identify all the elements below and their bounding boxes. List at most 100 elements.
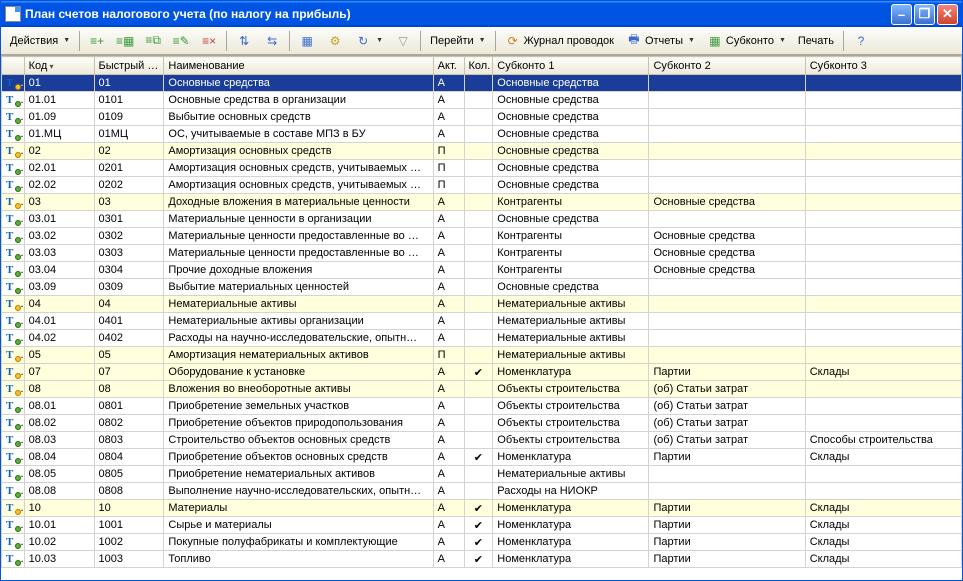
toolbar: Действия▼ ≡+ ≡▦ ≡⧉ ≡✎ ≡× ⇅ ⇆ ▦ ⚙ ↻▼ ▽ Пе… bbox=[1, 27, 962, 55]
cell-act: А bbox=[433, 551, 464, 568]
cell-sub2: (об) Статьи затрат bbox=[649, 381, 805, 398]
table-row[interactable]: T08.050805Приобретение нематериальных ак… bbox=[2, 466, 962, 483]
move-up-button[interactable]: ⇅ bbox=[231, 30, 257, 52]
col-name[interactable]: Наименование bbox=[164, 57, 433, 75]
table-row[interactable]: T08.010801Приобретение земельных участко… bbox=[2, 398, 962, 415]
cell-sub2 bbox=[649, 92, 805, 109]
table-row[interactable]: T08.030803Строительство объектов основны… bbox=[2, 432, 962, 449]
table-row[interactable]: T0707Оборудование к установкеА✔Номенклат… bbox=[2, 364, 962, 381]
col-icon[interactable] bbox=[2, 57, 25, 75]
table-row[interactable]: T0101Основные средстваАОсновные средства bbox=[2, 75, 962, 92]
grid[interactable]: Код Быстрый … Наименование Акт. Кол. Суб… bbox=[1, 55, 962, 580]
add-button[interactable]: ≡+ bbox=[84, 30, 110, 52]
account-icon: T bbox=[6, 553, 20, 565]
col-sub2[interactable]: Субконто 2 bbox=[649, 57, 805, 75]
cell-sub1: Основные средства bbox=[493, 92, 649, 109]
cell-sub3: Склады bbox=[805, 534, 961, 551]
cell-sub3: Склады bbox=[805, 517, 961, 534]
minimize-button[interactable]: – bbox=[891, 4, 912, 25]
table-row[interactable]: T03.040304Прочие доходные вложенияАКонтр… bbox=[2, 262, 962, 279]
cell-name: Топливо bbox=[164, 551, 433, 568]
table-row[interactable]: T02.020202Амортизация основных средств, … bbox=[2, 177, 962, 194]
table-row[interactable]: T1010МатериалыА✔НоменклатураПартииСклады bbox=[2, 500, 962, 517]
cell-kol: ✔ bbox=[464, 449, 493, 466]
table-row[interactable]: T10.011001Сырье и материалыА✔Номенклатур… bbox=[2, 517, 962, 534]
table-row[interactable]: T03.090309Выбытие материальных ценностей… bbox=[2, 279, 962, 296]
cell-name: Амортизация нематериальных активов bbox=[164, 347, 433, 364]
cell-act: П bbox=[433, 177, 464, 194]
col-act[interactable]: Акт. bbox=[433, 57, 464, 75]
cell-code: 08 bbox=[24, 381, 94, 398]
print-button[interactable]: Печать bbox=[793, 30, 839, 52]
cell-sub1: Нематериальные активы bbox=[493, 347, 649, 364]
table-row[interactable]: T10.031003ТопливоА✔НоменклатураПартииСкл… bbox=[2, 551, 962, 568]
cell-sub3: Склады bbox=[805, 551, 961, 568]
cell-name: Приобретение объектов основных средств bbox=[164, 449, 433, 466]
table-row[interactable]: T10.021002Покупные полуфабрикаты и компл… bbox=[2, 534, 962, 551]
filter-button[interactable]: ▦ bbox=[294, 30, 320, 52]
cell-kol bbox=[464, 313, 493, 330]
cell-act: А bbox=[433, 126, 464, 143]
close-button[interactable]: ✕ bbox=[937, 4, 958, 25]
cell-act: А bbox=[433, 211, 464, 228]
table-row[interactable]: T02.010201Амортизация основных средств, … bbox=[2, 160, 962, 177]
account-icon: T bbox=[6, 128, 20, 140]
col-sub3[interactable]: Субконто 3 bbox=[805, 57, 961, 75]
table-row[interactable]: T01.010101Основные средства в организаци… bbox=[2, 92, 962, 109]
table-row[interactable]: T08.040804Приобретение объектов основных… bbox=[2, 449, 962, 466]
cell-sub1: Контрагенты bbox=[493, 228, 649, 245]
cell-name: Основные средства bbox=[164, 75, 433, 92]
reports-menu[interactable]: 🖶Отчеты▼ bbox=[621, 30, 700, 52]
move-down-button[interactable]: ⇆ bbox=[259, 30, 285, 52]
account-icon: T bbox=[6, 349, 20, 361]
table-row[interactable]: T03.010301Материальные ценности в органи… bbox=[2, 211, 962, 228]
cell-code: 07 bbox=[24, 364, 94, 381]
add-group-button[interactable]: ≡▦ bbox=[112, 30, 138, 52]
cell-kol: ✔ bbox=[464, 364, 493, 381]
table-row[interactable]: T0404Нематериальные активыАНематериальны… bbox=[2, 296, 962, 313]
cell-name: Амортизация основных средств, учитываемы… bbox=[164, 177, 433, 194]
col-kol[interactable]: Кол. bbox=[464, 57, 493, 75]
edit-button[interactable]: ≡✎ bbox=[168, 30, 194, 52]
titlebar[interactable]: План счетов налогового учета (по налогу … bbox=[1, 1, 962, 27]
table-row[interactable]: T04.020402Расходы на научно-исследовател… bbox=[2, 330, 962, 347]
table-row[interactable]: T0303Доходные вложения в материальные це… bbox=[2, 194, 962, 211]
find-button[interactable]: ⚙ bbox=[322, 30, 348, 52]
cell-kol bbox=[464, 211, 493, 228]
account-icon: T bbox=[6, 281, 20, 293]
account-icon: T bbox=[6, 502, 20, 514]
table-row[interactable]: T0808Вложения во внеоборотные активыАОбъ… bbox=[2, 381, 962, 398]
cell-kol: ✔ bbox=[464, 500, 493, 517]
table-row[interactable]: T01.МЦ01МЦОС, учитываемые в составе МПЗ … bbox=[2, 126, 962, 143]
account-icon: T bbox=[6, 332, 20, 344]
sort-button[interactable]: ▽ bbox=[390, 30, 416, 52]
account-icon: T bbox=[6, 434, 20, 446]
account-icon: T bbox=[6, 264, 20, 276]
maximize-button[interactable]: ❐ bbox=[914, 4, 935, 25]
delete-button[interactable]: ≡× bbox=[196, 30, 222, 52]
col-quick[interactable]: Быстрый … bbox=[94, 57, 164, 75]
table-row[interactable]: T04.010401Нематериальные активы организа… bbox=[2, 313, 962, 330]
col-code[interactable]: Код bbox=[24, 57, 94, 75]
goto-menu[interactable]: Перейти▼ bbox=[425, 30, 491, 52]
cell-kol bbox=[464, 381, 493, 398]
refresh-button[interactable]: ↻▼ bbox=[350, 30, 388, 52]
journal-button[interactable]: ⟳Журнал проводок bbox=[500, 30, 619, 52]
cell-quick: 0202 bbox=[94, 177, 164, 194]
table-row[interactable]: T01.090109Выбытие основных средствАОснов… bbox=[2, 109, 962, 126]
table-row[interactable]: T03.020302Материальные ценности предоста… bbox=[2, 228, 962, 245]
subkonto-menu[interactable]: ▦Субконто▼ bbox=[702, 30, 791, 52]
table-row[interactable]: T08.080808Выполнение научно-исследовател… bbox=[2, 483, 962, 500]
actions-menu[interactable]: Действия▼ bbox=[5, 30, 75, 52]
account-icon: T bbox=[6, 145, 20, 157]
copy-button[interactable]: ≡⧉ bbox=[140, 30, 166, 52]
table-row[interactable]: T0202Амортизация основных средствПОсновн… bbox=[2, 143, 962, 160]
cell-name: Доходные вложения в материальные ценност… bbox=[164, 194, 433, 211]
col-sub1[interactable]: Субконто 1 bbox=[493, 57, 649, 75]
help-button[interactable]: ? bbox=[848, 30, 874, 52]
cell-sub2 bbox=[649, 177, 805, 194]
table-row[interactable]: T0505Амортизация нематериальных активовП… bbox=[2, 347, 962, 364]
table-row[interactable]: T03.030303Материальные ценности предоста… bbox=[2, 245, 962, 262]
table-row[interactable]: T08.020802Приобретение объектов природоп… bbox=[2, 415, 962, 432]
window-icon bbox=[5, 6, 21, 22]
